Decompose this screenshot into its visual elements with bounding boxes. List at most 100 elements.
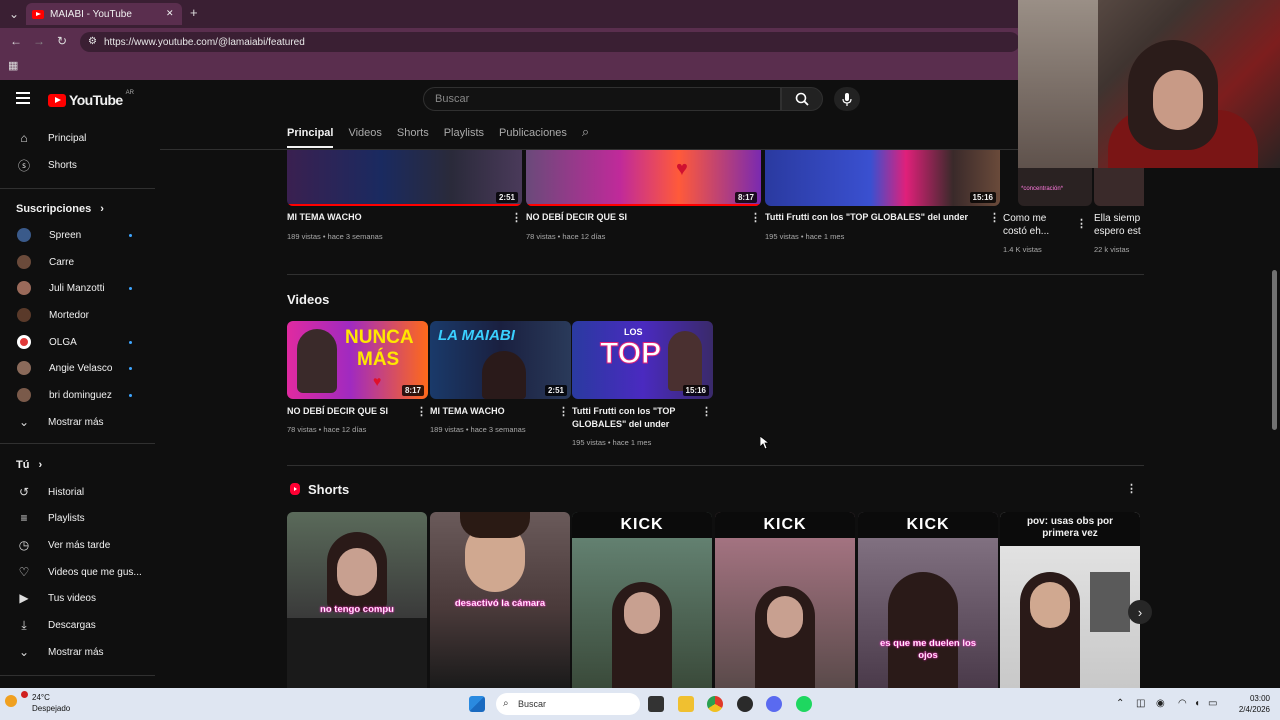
short-card[interactable]: no tengo compu [287, 512, 427, 688]
battery-icon[interactable]: ▭ [1208, 698, 1217, 709]
short-thumbnail[interactable]: *concentración* [1018, 168, 1092, 206]
tray-chevron-up-icon[interactable]: ⌃ [1116, 698, 1124, 709]
shorts-next-button[interactable]: › [1128, 600, 1152, 624]
volume-icon[interactable]: ◖ [1194, 698, 1200, 709]
voice-search-button[interactable] [834, 87, 860, 111]
video-thumbnail[interactable]: LOS TOP 15:16 [572, 321, 713, 399]
search-input[interactable]: Buscar [423, 87, 781, 111]
sidebar-item-ver-mas-tarde[interactable]: ◷ Ver más tarde [16, 532, 111, 558]
show-more-you[interactable]: ⌄ Mostrar más [16, 639, 104, 665]
site-info-icon[interactable]: ⚙ [88, 36, 97, 47]
tray-app-icon[interactable]: ◫ [1136, 698, 1145, 709]
thumbnail-person [668, 331, 702, 391]
thumbnail-text: LOS [624, 327, 643, 337]
tray-security-icon[interactable]: ◉ [1156, 698, 1165, 709]
new-tab-button[interactable]: + [190, 6, 198, 19]
show-more-subscriptions[interactable]: ⌄ Mostrar más [16, 409, 104, 435]
sidebar-item-mortedor[interactable]: Mortedor [16, 302, 89, 328]
short-title[interactable]: Como me costó eh... [1003, 212, 1073, 238]
more-options-icon[interactable]: ⋮ [1126, 482, 1137, 495]
wifi-icon[interactable]: ◠ [1178, 698, 1187, 709]
short-banner: KICK [715, 512, 855, 538]
tab-principal[interactable]: Principal [287, 126, 334, 148]
taskbar-clock[interactable]: 03:00 2/4/2026 [1222, 693, 1270, 715]
browser-tab[interactable]: MAIABI - YouTube ✕ [26, 3, 182, 25]
short-card[interactable]: desactivó la cámara [430, 512, 570, 688]
tab-publicaciones[interactable]: Publicaciones [499, 126, 567, 148]
video-thumbnail[interactable]: LA MAIABI 2:51 [430, 321, 571, 399]
address-bar[interactable]: ⚙ https://www.youtube.com/@lamaiabi/feat… [80, 32, 1020, 52]
weather-widget[interactable]: 24°C Despejado [18, 692, 70, 714]
more-options-icon[interactable]: ⋮ [750, 211, 761, 224]
video-thumbnail[interactable]: 2:51 [287, 150, 522, 206]
short-card[interactable]: KICK [715, 512, 855, 688]
subscriptions-heading[interactable]: Suscripciones › [16, 203, 104, 215]
sidebar-item-liked-videos[interactable]: ♡ Videos que me gus... [16, 559, 142, 585]
new-content-dot [129, 366, 132, 370]
video-title[interactable]: NO DEBÍ DECIR QUE SI [526, 211, 736, 224]
spotify-icon[interactable] [796, 696, 812, 712]
home-icon: ⌂ [20, 131, 28, 145]
sidebar-item-juli-manzotti[interactable]: Juli Manzotti [16, 275, 132, 301]
sidebar-item-label: OLGA [49, 336, 77, 348]
video-title[interactable]: MI TEMA WACHO [287, 211, 497, 224]
videos-section-title[interactable]: Videos [287, 292, 329, 307]
sidebar-item-shorts[interactable]: ⓢ Shorts [16, 152, 77, 178]
more-options-icon[interactable]: ⋮ [511, 211, 522, 224]
video-title[interactable]: NO DEBÍ DECIR QUE SI [287, 405, 412, 418]
sidebar-item-tus-videos[interactable]: ▶ Tus videos [16, 585, 96, 611]
video-thumbnail[interactable]: 15:16 [765, 150, 1000, 206]
clock-time: 03:00 [1249, 694, 1270, 703]
sidebar-item-spreen[interactable]: Spreen [16, 222, 132, 248]
tab-videos[interactable]: Videos [348, 126, 381, 148]
tab-shorts[interactable]: Shorts [397, 126, 429, 148]
apps-grid-icon[interactable]: ▦ [8, 61, 18, 72]
more-options-icon[interactable]: ⋮ [558, 405, 569, 418]
sidebar-item-label: Carre [49, 256, 75, 268]
video-thumbnail[interactable]: ♥ 8:17 [526, 150, 761, 206]
short-card[interactable]: KICK es que me duelen los ojos [858, 512, 998, 688]
task-view-icon[interactable] [648, 696, 664, 712]
back-icon[interactable]: ← [10, 35, 22, 47]
sidebar-item-carre[interactable]: Carre [16, 249, 74, 275]
more-options-icon[interactable]: ⋮ [1076, 217, 1087, 230]
shorts-section-title[interactable]: Shorts [308, 482, 349, 497]
more-options-icon[interactable]: ⋮ [701, 405, 712, 418]
more-options-icon[interactable]: ⋮ [416, 405, 427, 418]
scrollbar-thumb[interactable] [1272, 270, 1277, 430]
youtube-play-icon [48, 93, 66, 107]
tab-playlists[interactable]: Playlists [444, 126, 484, 148]
taskbar-search[interactable]: ⌕ Buscar [496, 693, 640, 715]
video-title[interactable]: MI TEMA WACHO [430, 405, 555, 418]
sidebar-item-olga[interactable]: OLGA [16, 329, 132, 355]
short-thumbnail[interactable] [1094, 168, 1144, 206]
short-card[interactable]: KICK [572, 512, 712, 688]
chrome-icon[interactable] [707, 696, 723, 712]
windows-start-icon[interactable] [469, 696, 485, 712]
obs-icon[interactable] [737, 696, 753, 712]
search-button[interactable] [781, 87, 823, 111]
sidebar-item-angie-velasco[interactable]: Angie Velasco [16, 355, 132, 381]
youtube-logo[interactable]: YouTube AR [48, 90, 134, 108]
reload-icon[interactable]: ↻ [57, 35, 67, 47]
forward-icon[interactable]: → [33, 35, 45, 47]
sidebar-item-principal[interactable]: ⌂ Principal [16, 125, 86, 151]
sidebar-item-bri-dominguez[interactable]: bri dominguez [16, 382, 132, 408]
more-options-icon[interactable]: ⋮ [989, 211, 1000, 224]
you-heading[interactable]: Tú › [16, 459, 42, 471]
short-title[interactable]: Ella siemp espero est [1094, 212, 1144, 240]
sidebar-item-historial[interactable]: ↺ Historial [16, 479, 84, 505]
tab-list-icon[interactable]: ⌄ [9, 8, 19, 20]
short-caption: no tengo compu [320, 604, 394, 615]
sidebar-item-playlists[interactable]: ≡ Playlists [16, 505, 84, 531]
menu-icon[interactable] [16, 92, 30, 104]
sidebar-item-descargas[interactable]: ⤓ Descargas [16, 612, 95, 638]
short-card[interactable]: pov: usas obs por primera vez [1000, 512, 1140, 688]
video-title[interactable]: Tutti Frutti con los "TOP GLOBALES" del … [572, 405, 692, 431]
video-title[interactable]: Tutti Frutti con los "TOP GLOBALES" del … [765, 211, 980, 224]
channel-search-icon[interactable]: ⌕ [582, 125, 589, 148]
discord-icon[interactable] [766, 696, 782, 712]
file-explorer-icon[interactable] [678, 696, 694, 712]
tab-close-icon[interactable]: ✕ [166, 8, 174, 19]
video-thumbnail[interactable]: NUNCA MÁS ♥ 8:17 [287, 321, 428, 399]
